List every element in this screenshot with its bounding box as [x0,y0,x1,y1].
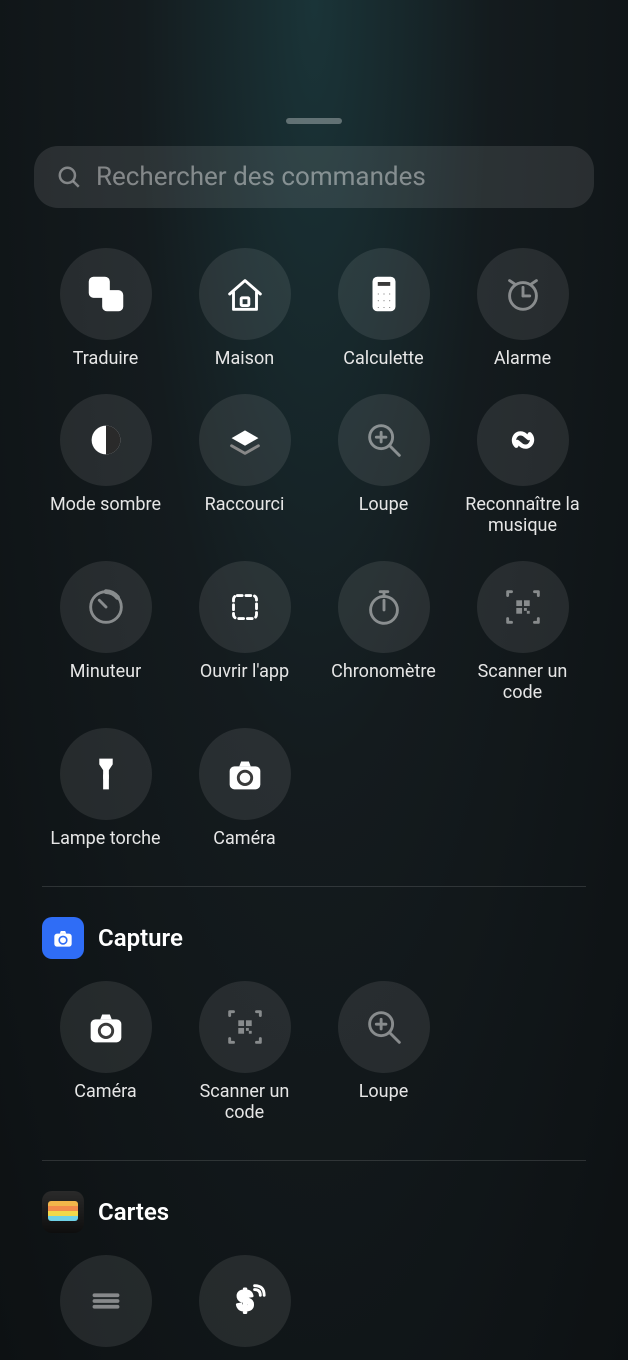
search-icon [56,164,82,190]
tile-label: Maison [215,348,274,370]
tile-label: Calculette [343,348,423,370]
camera-icon [199,728,291,820]
magnifier-icon [338,394,430,486]
tile-label: Traduire [73,348,139,370]
calculator-icon [338,248,430,340]
section-header-cartes[interactable]: Cartes [34,1191,594,1255]
tile-raccourci[interactable]: Raccourci [175,394,314,537]
translate-icon: A文 [60,248,152,340]
tile-cartes-pay[interactable]: $ [175,1255,314,1355]
tile-label: Mode sombre [50,494,161,516]
wallet-app-icon [42,1191,84,1233]
tile-label: Loupe [359,1081,409,1103]
tile-capture-scanner[interactable]: Scanner un code [175,981,314,1124]
tile-scanner-code[interactable]: Scanner un code [453,561,592,704]
shortcut-icon [199,394,291,486]
tile-loupe[interactable]: Loupe [314,394,453,537]
sheet-grabber[interactable] [286,118,342,124]
tile-cartes-wallet[interactable] [36,1255,175,1355]
pay-icon: $ [199,1255,291,1347]
tile-mode-sombre[interactable]: Mode sombre [36,394,175,537]
divider [42,886,586,887]
search-field[interactable]: Rechercher des commandes [34,146,594,208]
qr-icon [199,981,291,1073]
camera-app-icon [42,917,84,959]
tile-traduire[interactable]: A文 Traduire [36,248,175,370]
section-header-capture[interactable]: Capture [34,917,594,981]
tile-camera[interactable]: Caméra [175,728,314,850]
tile-label: Raccourci [205,494,285,516]
alarm-icon [477,248,569,340]
tile-label: Alarme [494,348,551,370]
magnifier-icon [338,981,430,1073]
tile-label: Chronomètre [331,661,436,683]
section-title: Capture [98,924,183,952]
qr-icon [477,561,569,653]
svg-text:$: $ [237,1285,253,1317]
svg-text:文: 文 [106,294,119,309]
tile-label: Caméra [213,828,275,850]
timer-icon [60,561,152,653]
tile-minuteur[interactable]: Minuteur [36,561,175,704]
darkmode-icon [60,394,152,486]
svg-text:A: A [94,280,103,295]
section-grid-capture: Caméra Scanner un code Loupe [34,981,594,1124]
card-stack-icon [60,1255,152,1347]
tile-capture-camera[interactable]: Caméra [36,981,175,1124]
shazam-icon [477,394,569,486]
home-icon [199,248,291,340]
flashlight-icon [60,728,152,820]
tile-label: Lampe torche [50,828,160,850]
tile-label: Ouvrir l'app [200,661,289,683]
tile-label: Caméra [74,1081,136,1103]
tile-label: Minuteur [70,661,141,683]
tile-alarme[interactable]: Alarme [453,248,592,370]
search-placeholder: Rechercher des commandes [96,162,426,192]
tile-chronometre[interactable]: Chronomètre [314,561,453,704]
control-sheet: Rechercher des commandes A文 Traduire Maiso… [10,0,618,1360]
tile-calculette[interactable]: Calculette [314,248,453,370]
tile-ouvrir-app[interactable]: Ouvrir l'app [175,561,314,704]
tile-label: Loupe [359,494,409,516]
tile-maison[interactable]: Maison [175,248,314,370]
tile-reconnaitre-musique[interactable]: Reconnaître la musique [453,394,592,537]
tile-label: Scanner un code [180,1081,310,1124]
section-title: Cartes [98,1198,169,1226]
open-app-icon [199,561,291,653]
main-grid: A文 Traduire Maison Calculette Alarme Mode som… [34,248,594,850]
tile-lampe-torche[interactable]: Lampe torche [36,728,175,850]
section-grid-cartes: $ [34,1255,594,1355]
tile-label: Reconnaître la musique [458,494,588,537]
tile-label: Scanner un code [458,661,588,704]
stopwatch-icon [338,561,430,653]
camera-icon [60,981,152,1073]
tile-capture-loupe[interactable]: Loupe [314,981,453,1124]
divider [42,1160,586,1161]
controls-panel: Rechercher des commandes A文 Traduire Maiso… [20,90,608,1355]
